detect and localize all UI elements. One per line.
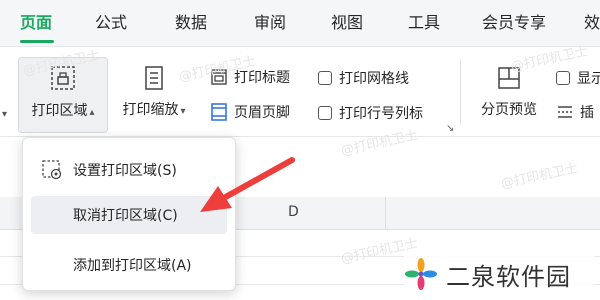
brand-logo: 二泉软件园 [404, 252, 594, 296]
brand-name: 二泉软件园 [446, 262, 571, 291]
pinwheel-logo-icon [405, 258, 437, 290]
